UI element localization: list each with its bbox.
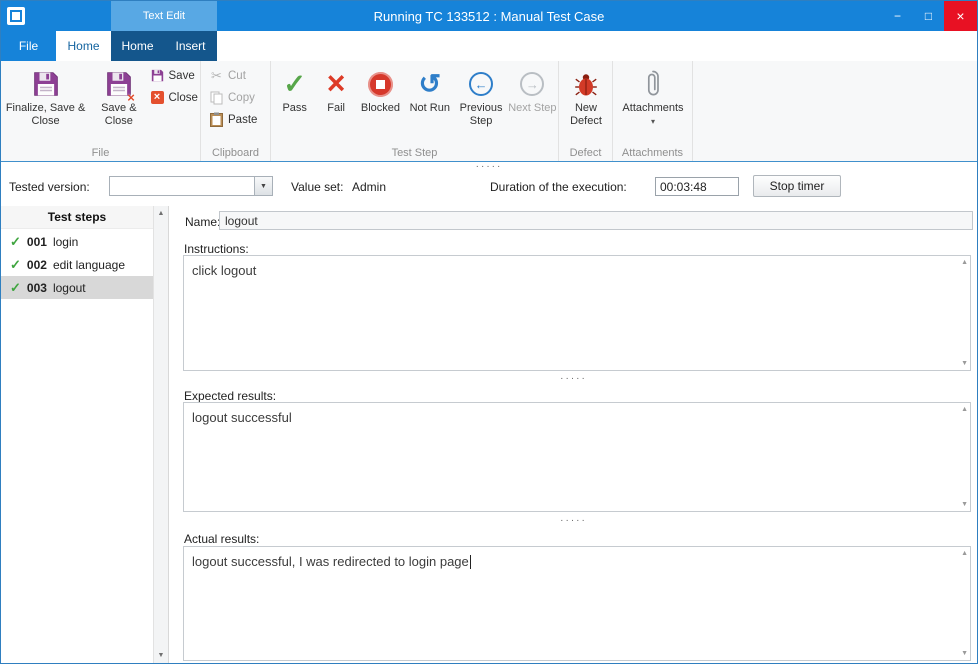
step-item-003[interactable]: ✓ 003 logout [1, 276, 153, 299]
tab-file[interactable]: File [1, 31, 56, 61]
close-tile-icon: × [150, 91, 165, 104]
tab-home-active[interactable]: Home [56, 31, 111, 61]
step-passed-check-icon: ✓ [10, 234, 21, 250]
text-cursor [470, 555, 471, 569]
tab-ctx-home[interactable]: Home [111, 31, 164, 61]
copy-icon [209, 91, 224, 105]
scroll-up-icon[interactable]: ▲ [961, 549, 968, 558]
cross-icon: × [327, 66, 346, 102]
blocked-button[interactable]: Blocked [356, 63, 405, 147]
close-badge-icon: × [127, 91, 135, 104]
value-set-value: Admin [352, 180, 386, 194]
contextual-tabs: Home Insert [111, 31, 217, 61]
title-bar: Running TC 133512 : Manual Test Case Tex… [1, 1, 977, 31]
instructions-splitter-handle[interactable]: ····· [170, 375, 977, 384]
step-item-002[interactable]: ✓ 002 edit language [1, 253, 153, 276]
paperclip-icon [646, 66, 660, 102]
window-controls: − □ × [882, 1, 977, 31]
step-detail-form: Name: Instructions: click logout ▲ ▼ ···… [170, 206, 977, 663]
ribbon: Finalize, Save & Close × Save & Close Sa… [1, 61, 977, 162]
value-set-label: Value set: [291, 180, 343, 194]
finalize-save-close-button[interactable]: Finalize, Save & Close [3, 63, 88, 147]
scroll-up-icon[interactable]: ▲ [961, 258, 968, 267]
next-step-button[interactable]: → Next Step [508, 63, 557, 147]
group-label-defect: Defect [559, 147, 612, 159]
blocked-icon [368, 66, 393, 102]
test-steps-header: Test steps [1, 206, 153, 229]
scroll-down-icon[interactable]: ▼ [961, 500, 968, 509]
step-item-001[interactable]: ✓ 001 login [1, 230, 153, 253]
app-window: Running TC 133512 : Manual Test Case Tex… [0, 0, 978, 664]
scroll-up-icon[interactable]: ▲ [961, 405, 968, 414]
scroll-down-icon[interactable]: ▼ [154, 652, 168, 659]
minimize-button[interactable]: − [882, 1, 913, 31]
attachments-button[interactable]: Attachments ▾ [615, 63, 691, 147]
new-defect-button[interactable]: New Defect [561, 63, 611, 147]
save-button[interactable]: Save [150, 68, 200, 83]
paste-button[interactable]: Paste [209, 112, 269, 127]
pass-button[interactable]: ✓ Pass [273, 63, 316, 147]
save-and-close-button[interactable]: × Save & Close [88, 63, 149, 147]
tested-version-label: Tested version: [9, 180, 90, 194]
copy-button[interactable]: Copy [209, 90, 269, 105]
previous-step-button[interactable]: ← Previous Step [454, 63, 507, 147]
name-input[interactable] [219, 211, 973, 230]
scroll-down-icon[interactable]: ▼ [961, 649, 968, 658]
tested-version-input[interactable] [110, 177, 254, 195]
floppy-disk-close-icon: × [106, 66, 132, 102]
duration-label: Duration of the execution: [490, 180, 627, 194]
actual-results-textarea[interactable]: logout successful, I was redirected to l… [183, 546, 971, 661]
stop-timer-button[interactable]: Stop timer [753, 175, 841, 197]
group-label-attachments: Attachments [613, 147, 692, 159]
clipboard-icon [209, 112, 224, 127]
contextual-tab-group-label: Text Edit [111, 1, 217, 31]
floppy-disk-icon [33, 66, 59, 102]
cut-button[interactable]: ✂ Cut [209, 68, 269, 83]
scroll-up-icon[interactable]: ▲ [154, 210, 168, 217]
duration-input[interactable] [655, 177, 739, 196]
not-run-button[interactable]: ↺ Not Run [405, 63, 454, 147]
group-label-test-step: Test Step [271, 147, 558, 159]
steps-scrollbar[interactable]: ▲ ▼ [153, 206, 168, 663]
name-label: Name: [185, 215, 220, 229]
scroll-down-icon[interactable]: ▼ [961, 359, 968, 368]
tested-version-combobox: ▼ [109, 176, 273, 196]
app-icon[interactable] [7, 7, 25, 25]
close-button[interactable]: × [944, 1, 977, 31]
tab-ctx-insert[interactable]: Insert [164, 31, 217, 61]
instructions-label: Instructions: [184, 242, 249, 256]
floppy-disk-small-icon [150, 69, 165, 82]
dropdown-arrow-icon: ▼ [260, 183, 267, 190]
expected-results-label: Expected results: [184, 389, 276, 403]
combo-dropdown-button[interactable]: ▼ [254, 177, 272, 195]
check-icon: ✓ [283, 66, 306, 102]
ribbon-group-file: Finalize, Save & Close × Save & Close Sa… [1, 61, 201, 161]
ribbon-tab-row: File Home Home Insert [1, 31, 977, 61]
ribbon-group-clipboard: ✂ Cut Copy Paste Clipboard [201, 61, 271, 161]
maximize-button[interactable]: □ [913, 1, 944, 31]
execution-toolbar: Tested version: ▼ Value set: Admin Durat… [1, 171, 977, 206]
bug-icon [575, 66, 597, 102]
undo-circle-icon: ↺ [418, 66, 441, 102]
ribbon-group-test-step: ✓ Pass × Fail Blocked ↺ Not Run ← Pre [271, 61, 559, 161]
instructions-textarea[interactable]: click logout ▲ ▼ [183, 255, 971, 371]
arrow-left-circle-icon: ← [469, 66, 493, 102]
chevron-down-icon: ▾ [651, 117, 655, 126]
ribbon-group-attachments: Attachments ▾ Attachments [613, 61, 693, 161]
expected-splitter-handle[interactable]: ····· [170, 517, 977, 526]
close-ribbon-button[interactable]: × Close [150, 90, 200, 105]
step-passed-check-icon: ✓ [10, 257, 21, 273]
scissors-icon: ✂ [209, 68, 224, 84]
step-passed-check-icon: ✓ [10, 280, 21, 296]
fail-button[interactable]: × Fail [316, 63, 355, 147]
expected-results-textarea[interactable]: logout successful ▲ ▼ [183, 402, 971, 512]
arrow-right-circle-icon: → [520, 66, 544, 102]
ribbon-group-defect: New Defect Defect [559, 61, 613, 161]
group-label-clipboard: Clipboard [201, 147, 270, 159]
group-label-file: File [1, 147, 200, 159]
actual-results-label: Actual results: [184, 532, 259, 546]
test-steps-panel: Test steps ✓ 001 login ✓ 002 edit langua… [1, 206, 169, 663]
